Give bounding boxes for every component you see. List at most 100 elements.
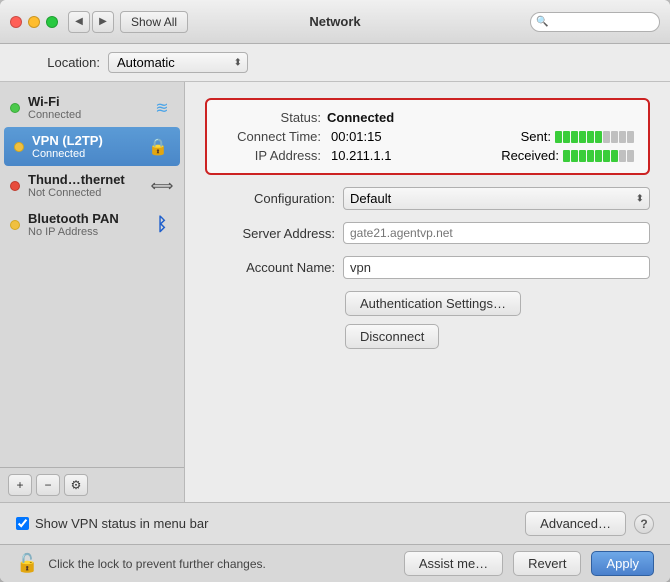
received-label: Received: <box>501 148 559 163</box>
lock-icon[interactable]: 🔓 <box>16 553 38 574</box>
right-panel: Status: Connected Connect Time: 00:01:15… <box>185 82 670 502</box>
sent-bars <box>555 131 634 143</box>
show-vpn-checkbox-label[interactable]: Show VPN status in menu bar <box>16 516 208 531</box>
status-value: Connected <box>327 110 394 125</box>
search-wrapper <box>530 12 660 32</box>
sent-label: Sent: <box>521 129 551 144</box>
server-address-input[interactable] <box>343 222 650 244</box>
sent-bar-5 <box>587 131 594 143</box>
connect-time-label: Connect Time: <box>221 129 321 144</box>
auth-settings-button[interactable]: Authentication Settings… <box>345 291 521 316</box>
configuration-select[interactable]: Default Custom <box>343 187 650 210</box>
bottom-right-buttons: Advanced… ? <box>525 511 654 536</box>
show-vpn-label: Show VPN status in menu bar <box>35 516 208 531</box>
sent-bar-2 <box>563 131 570 143</box>
recv-bar-1 <box>563 150 570 162</box>
bluetooth-icon: ᛒ <box>150 214 174 235</box>
server-address-row: Server Address: <box>205 222 650 244</box>
status-box: Status: Connected Connect Time: 00:01:15… <box>205 98 650 175</box>
show-vpn-checkbox[interactable] <box>16 517 29 530</box>
status-main-row: Status: Connected <box>221 110 634 125</box>
recv-bar-3 <box>579 150 586 162</box>
configuration-label: Configuration: <box>205 191 335 206</box>
titlebar: ◀ ▶ Show All Network <box>0 0 670 44</box>
nav-buttons: ◀ ▶ <box>68 11 114 33</box>
disconnect-button[interactable]: Disconnect <box>345 324 439 349</box>
sent-bar-6 <box>595 131 602 143</box>
show-all-button[interactable]: Show All <box>120 11 188 33</box>
recv-bar-8 <box>619 150 626 162</box>
location-select-wrapper: Automatic Home Work <box>108 52 248 73</box>
apply-button[interactable]: Apply <box>591 551 654 576</box>
ip-label: IP Address: <box>221 148 321 163</box>
received-bars <box>563 150 634 162</box>
location-bar: Location: Automatic Home Work <box>0 44 670 82</box>
sidebar: Wi-Fi Connected ≋ VPN (L2TP) Connected 🔒 <box>0 82 185 502</box>
close-button[interactable] <box>10 16 22 28</box>
maximize-button[interactable] <box>46 16 58 28</box>
sidebar-item-wifi[interactable]: Wi-Fi Connected ≋ <box>0 88 184 127</box>
location-select[interactable]: Automatic Home Work <box>108 52 248 73</box>
account-name-input[interactable] <box>343 256 650 279</box>
status-time-row: Connect Time: 00:01:15 Sent: <box>221 129 634 144</box>
account-name-label: Account Name: <box>205 260 335 275</box>
help-button[interactable]: ? <box>634 514 654 534</box>
traffic-lights <box>10 16 58 28</box>
vpn-name: VPN (L2TP) <box>32 133 138 148</box>
sidebar-list: Wi-Fi Connected ≋ VPN (L2TP) Connected 🔒 <box>0 82 184 467</box>
wifi-status: Connected <box>28 109 142 121</box>
ethernet-name: Thund…thernet <box>28 172 142 187</box>
forward-button[interactable]: ▶ <box>92 11 114 33</box>
recv-bar-4 <box>587 150 594 162</box>
bluetooth-name: Bluetooth PAN <box>28 211 142 226</box>
sent-bar-3 <box>571 131 578 143</box>
status-ip-row: IP Address: 10.211.1.1 Received: <box>221 148 634 163</box>
ethernet-icon: ⟺ <box>150 176 174 196</box>
recv-bar-6 <box>603 150 610 162</box>
action-buttons: Authentication Settings… Disconnect <box>205 291 650 349</box>
recv-bar-2 <box>571 150 578 162</box>
bluetooth-status-dot <box>10 220 20 230</box>
vpn-status-dot <box>14 142 24 152</box>
sidebar-controls: + − ⚙ <box>0 467 184 502</box>
lock-icon: 🔒 <box>146 137 170 157</box>
assist-button[interactable]: Assist me… <box>404 551 503 576</box>
ethernet-info: Thund…thernet Not Connected <box>28 172 142 199</box>
location-label: Location: <box>20 55 100 70</box>
ethernet-status-dot <box>10 181 20 191</box>
sidebar-item-ethernet[interactable]: Thund…thernet Not Connected ⟺ <box>0 166 184 205</box>
status-label: Status: <box>221 110 321 125</box>
sent-bar-1 <box>555 131 562 143</box>
wifi-name: Wi-Fi <box>28 94 142 109</box>
minimize-button[interactable] <box>28 16 40 28</box>
network-window: ◀ ▶ Show All Network Location: Automatic… <box>0 0 670 582</box>
sidebar-item-bluetooth[interactable]: Bluetooth PAN No IP Address ᛒ <box>0 205 184 244</box>
back-button[interactable]: ◀ <box>68 11 90 33</box>
account-name-row: Account Name: <box>205 256 650 279</box>
vpn-status: Connected <box>32 148 138 160</box>
add-network-button[interactable]: + <box>8 474 32 496</box>
vpn-info: VPN (L2TP) Connected <box>32 133 138 160</box>
wifi-info: Wi-Fi Connected <box>28 94 142 121</box>
advanced-button[interactable]: Advanced… <box>525 511 626 536</box>
sent-bar-9 <box>619 131 626 143</box>
revert-button[interactable]: Revert <box>513 551 581 576</box>
sent-bar-10 <box>627 131 634 143</box>
bottom-bar: Show VPN status in menu bar Advanced… ? <box>0 502 670 544</box>
window-title: Network <box>309 14 360 29</box>
wifi-icon: ≋ <box>150 98 174 118</box>
configuration-row: Configuration: Default Custom <box>205 187 650 210</box>
sent-bar-4 <box>579 131 586 143</box>
sent-bar-7 <box>603 131 610 143</box>
configuration-select-wrapper: Default Custom <box>343 187 650 210</box>
server-address-label: Server Address: <box>205 226 335 241</box>
recv-bar-9 <box>627 150 634 162</box>
sidebar-item-vpn[interactable]: VPN (L2TP) Connected 🔒 <box>4 127 180 166</box>
lock-bar: 🔓 Click the lock to prevent further chan… <box>0 544 670 582</box>
main-content: Wi-Fi Connected ≋ VPN (L2TP) Connected 🔒 <box>0 82 670 502</box>
remove-network-button[interactable]: − <box>36 474 60 496</box>
network-action-button[interactable]: ⚙ <box>64 474 88 496</box>
search-input[interactable] <box>530 12 660 32</box>
sent-bar-8 <box>611 131 618 143</box>
connect-time-value: 00:01:15 <box>331 129 382 144</box>
